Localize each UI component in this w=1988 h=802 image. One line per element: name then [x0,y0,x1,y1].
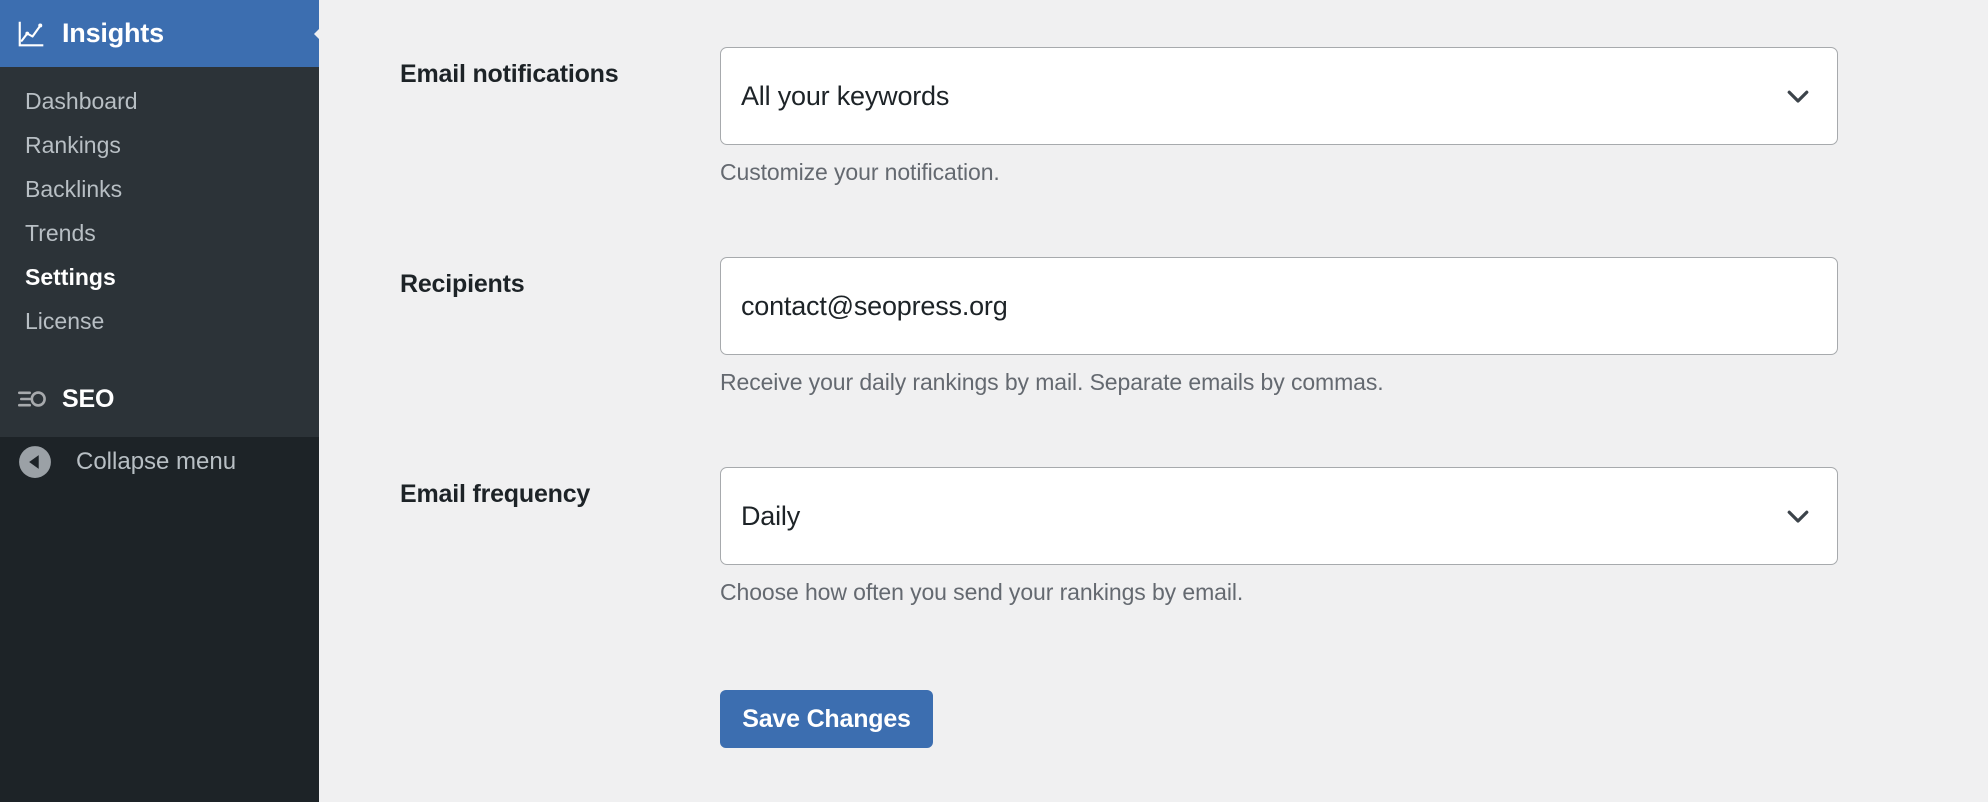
chevron-down-icon[interactable] [1783,501,1813,531]
sidebar-item-license[interactable]: License [0,299,319,343]
sidebar-item-rankings[interactable]: Rankings [0,123,319,167]
select-email-frequency[interactable]: Daily [720,467,1838,565]
recipients-input[interactable]: contact@seopress.org [720,257,1838,355]
collapse-menu-label: Collapse menu [76,448,237,475]
chevron-down-icon[interactable] [1783,81,1813,111]
select-email-notifications-value: All your keywords [741,80,950,111]
label-email-notifications: Email notifications [400,60,619,88]
settings-content: Email notifications All your keywords Cu… [319,0,1988,802]
admin-sidebar: Insights Dashboard Rankings Backlinks Tr… [0,0,319,802]
control-wrap-email-frequency: Daily Choose how often you send your ran… [720,467,1838,606]
control-wrap-email-notifications: All your keywords Customize your notific… [720,47,1838,186]
description-recipients: Receive your daily rankings by mail. Sep… [720,369,1384,395]
current-menu-arrow-icon [299,0,319,67]
description-email-notifications: Customize your notification. [720,159,1000,185]
save-changes-button[interactable]: Save Changes [720,690,933,748]
sidebar-item-seo[interactable]: SEO [0,369,319,429]
collapse-left-arrow-icon [19,446,51,478]
label-recipients: Recipients [400,270,525,298]
select-email-notifications[interactable]: All your keywords [720,47,1838,145]
recipients-input-value: contact@seopress.org [741,290,1008,321]
sidebar-header-insights[interactable]: Insights [0,0,319,67]
seopress-logo-icon [18,391,46,407]
sidebar-item-dashboard[interactable]: Dashboard [0,79,319,123]
sidebar-header-label: Insights [62,18,164,48]
label-email-frequency: Email frequency [400,480,591,508]
sidebar-submenu: Dashboard Rankings Backlinks Trends Sett… [0,67,319,343]
description-email-frequency: Choose how often you send your rankings … [720,579,1244,605]
admin-screen: Insights Dashboard Rankings Backlinks Tr… [0,0,1988,802]
chart-line-icon [18,21,44,46]
select-email-frequency-value: Daily [741,500,801,531]
sidebar-item-seo-label: SEO [62,384,115,413]
sidebar-item-trends[interactable]: Trends [0,211,319,255]
sidebar-item-settings[interactable]: Settings [0,255,319,299]
collapse-menu-button[interactable]: Collapse menu [0,437,319,487]
sidebar-lower-background [0,437,319,802]
sidebar-item-backlinks[interactable]: Backlinks [0,167,319,211]
control-wrap-recipients: contact@seopress.org Receive your daily … [720,257,1838,396]
